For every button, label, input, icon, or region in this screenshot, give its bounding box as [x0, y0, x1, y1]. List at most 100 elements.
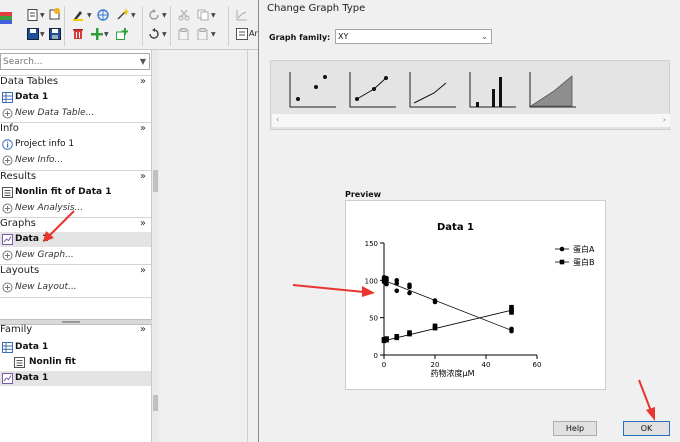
legend-marker: [559, 259, 565, 265]
graph-type-area[interactable]: [526, 66, 579, 113]
line-only-icon: [409, 72, 456, 108]
add-dropdown-icon[interactable]: ▼: [104, 31, 109, 38]
section-divider: [0, 297, 151, 298]
data-point: [394, 281, 400, 286]
family-item-nonlin-fit[interactable]: Nonlin fit: [0, 355, 151, 370]
collapse-icon[interactable]: »: [140, 76, 146, 87]
dialog-title: Change Graph Type: [267, 3, 366, 14]
nav-item-new-graph[interactable]: New Graph...: [0, 248, 151, 263]
graph-type-points[interactable]: [286, 66, 339, 113]
graph-family-select[interactable]: XY ⌄: [335, 29, 492, 44]
splitter-grip-icon: [62, 321, 80, 323]
section-family[interactable]: Family »: [0, 324, 151, 338]
nav-item-data-table[interactable]: Data 1: [0, 90, 151, 105]
new-file-icon[interactable]: [27, 9, 39, 21]
legend-marker: [559, 246, 565, 252]
add-sheet-icon[interactable]: [116, 28, 128, 40]
family-item-data-table[interactable]: Data 1: [0, 340, 151, 355]
collapse-icon[interactable]: »: [140, 265, 146, 276]
nav-item-label: New Layout...: [15, 282, 77, 292]
undo-dropdown-icon[interactable]: ▼: [162, 31, 167, 38]
graph-type-line[interactable]: [406, 66, 459, 113]
table-icon: [2, 342, 13, 353]
gallery-scrollbar[interactable]: ‹ ›: [272, 114, 670, 127]
data-point: [432, 325, 438, 331]
add-data-icon[interactable]: [49, 8, 61, 20]
nav-item-new-analysis[interactable]: New Analysis...: [0, 201, 151, 216]
refresh-icon[interactable]: [148, 9, 160, 21]
delete-icon[interactable]: [72, 28, 84, 40]
data-point: [509, 310, 514, 315]
scrollbar-thumb[interactable]: [153, 395, 158, 411]
chevron-down-icon[interactable]: ⌄: [481, 30, 488, 43]
magic-wand-icon[interactable]: [117, 8, 129, 20]
x-tick-label: 40: [482, 361, 491, 369]
magic-wand-dropdown-icon[interactable]: ▼: [131, 12, 136, 19]
x-tick-label: 60: [533, 361, 542, 369]
open-icon[interactable]: [27, 28, 39, 40]
color-palette-icon[interactable]: [0, 10, 12, 26]
nav-item-label: New Data Table...: [15, 108, 95, 118]
add-circle-icon: [2, 155, 13, 166]
paste-icon[interactable]: [178, 28, 190, 40]
x-tick-label: 20: [431, 361, 440, 369]
scroll-right-icon[interactable]: ›: [663, 115, 666, 124]
nav-item-nonlin-fit[interactable]: Nonlin fit of Data 1: [0, 185, 151, 200]
add-icon[interactable]: [91, 28, 103, 40]
collapse-icon[interactable]: »: [140, 171, 146, 182]
paste-special-icon[interactable]: [197, 28, 209, 40]
graph-type-points-connected[interactable]: [346, 66, 399, 113]
help-button[interactable]: Help: [553, 421, 597, 436]
new-file-dropdown-icon[interactable]: ▼: [40, 12, 45, 19]
save-icon[interactable]: [49, 28, 61, 40]
section-graphs[interactable]: Graphs »: [0, 217, 151, 231]
x-axis-label: 药物浓度μM: [431, 368, 475, 378]
scrollbar-thumb[interactable]: [153, 170, 158, 192]
copy-icon[interactable]: [197, 9, 209, 21]
nav-item-new-layout[interactable]: New Layout...: [0, 280, 151, 295]
collapse-icon[interactable]: »: [140, 218, 146, 229]
network-icon[interactable]: [97, 9, 109, 21]
nav-item-new-info[interactable]: New Info...: [0, 153, 151, 168]
graph-icon[interactable]: [236, 9, 248, 21]
section-info[interactable]: Info »: [0, 122, 151, 136]
info-icon: [2, 139, 13, 150]
analyze-icon[interactable]: [236, 28, 248, 40]
section-layouts[interactable]: Layouts »: [0, 264, 151, 278]
copy-dropdown-icon[interactable]: ▼: [211, 12, 216, 19]
app-toolbar: ▼ ▼ ▼ ▼ ▼ ▼ ▼ ▼ ▼ An: [0, 0, 260, 50]
paste-dropdown-icon[interactable]: ▼: [211, 31, 216, 38]
y-tick-label: 150: [365, 240, 378, 248]
search-dropdown-icon[interactable]: ▼: [140, 57, 146, 66]
undo-icon[interactable]: [148, 28, 160, 40]
data-point: [384, 281, 389, 287]
spike-bars-icon: [469, 72, 516, 108]
search-input[interactable]: [1, 54, 131, 69]
section-data-tables[interactable]: Data Tables »: [0, 75, 151, 89]
nav-item-new-data-table[interactable]: New Data Table...: [0, 106, 151, 121]
data-point: [384, 337, 389, 343]
open-dropdown-icon[interactable]: ▼: [40, 31, 45, 38]
refresh-dropdown-icon[interactable]: ▼: [162, 12, 167, 19]
search-box[interactable]: ▼: [0, 53, 150, 70]
data-point: [407, 284, 412, 290]
collapse-icon[interactable]: »: [140, 324, 146, 335]
ok-button[interactable]: OK: [623, 421, 670, 436]
section-results[interactable]: Results »: [0, 170, 151, 184]
scroll-left-icon[interactable]: ‹: [276, 115, 279, 124]
y-tick-label: 50: [369, 315, 378, 323]
area-fill-icon: [529, 72, 576, 108]
navigator-scrollbar[interactable]: [152, 50, 159, 442]
nav-item-label: Nonlin fit of Data 1: [15, 187, 112, 197]
family-item-graph[interactable]: Data 1: [0, 371, 151, 386]
data-point: [432, 299, 438, 305]
section-label: Info: [0, 123, 19, 134]
nav-item-graph-data-1[interactable]: Data 1: [0, 232, 151, 247]
highlight-pen-icon[interactable]: [72, 9, 84, 21]
graph-type-spikes[interactable]: [466, 66, 519, 113]
highlight-dropdown-icon[interactable]: ▼: [87, 12, 92, 19]
cut-icon[interactable]: [178, 9, 190, 21]
graph-family-value: XY: [338, 32, 349, 41]
nav-item-project-info[interactable]: Project info 1: [0, 137, 151, 152]
collapse-icon[interactable]: »: [140, 123, 146, 134]
